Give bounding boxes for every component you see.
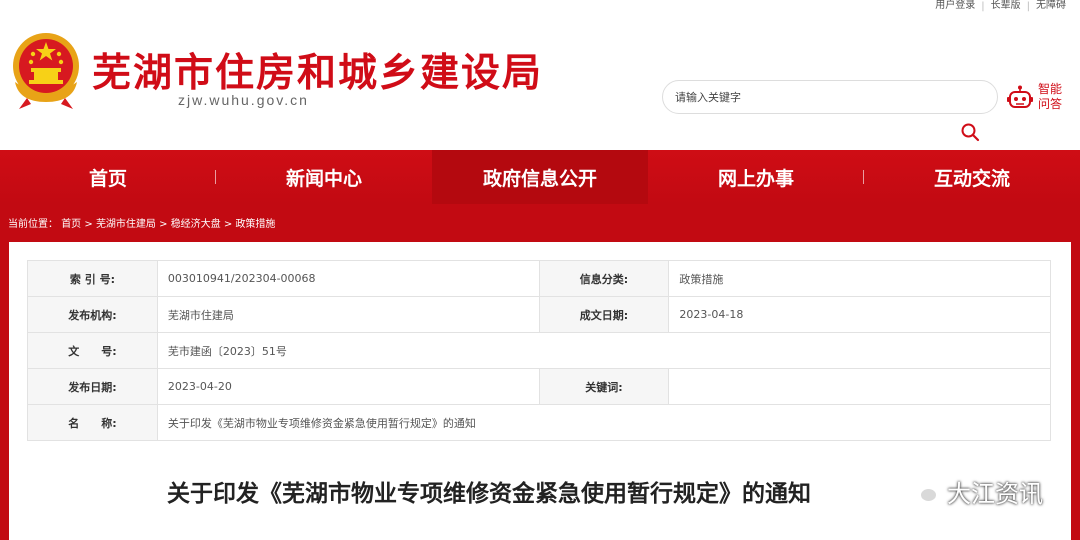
breadcrumb-stabilize-economy[interactable]: 稳经济大盘 [171,219,221,230]
smart-qa-line2: 问答 [1038,97,1063,111]
created-date-value: 2023-04-18 [668,296,1051,333]
site-header: 芜湖市住房和城乡建设局 zjw.wuhu.gov.cn 智能 问答 [0,12,1080,150]
main-nav: 首页 新闻中心 政府信息公开 网上办事 互动交流 [0,150,1080,204]
publish-date-label: 发布日期: [27,368,158,405]
table-row: 发布机构: 芜湖市住建局 成文日期: 2023-04-18 [27,296,1051,333]
watermark: 大江资讯 [909,474,1043,509]
breadcrumb-separator: > [84,219,96,230]
doc-number-value: 芜市建函〔2023〕51号 [156,332,1052,369]
publisher-label: 发布机构: [27,296,158,333]
breadcrumb-separator: > [159,219,171,230]
breadcrumb-bureau[interactable]: 芜湖市住建局 [96,219,156,230]
table-row: 名 称: 关于印发《芜湖市物业专项维修资金紧急使用暂行规定》的通知 [27,404,1052,441]
table-row: 文 号: 芜市建函〔2023〕51号 [27,332,1052,369]
national-emblem-icon [13,33,79,109]
smart-qa-link[interactable]: 智能 问答 [1038,82,1072,112]
nav-item-interaction[interactable]: 互动交流 [864,150,1080,204]
publish-date-value: 2023-04-20 [156,368,540,405]
nav-item-home[interactable]: 首页 [0,150,216,204]
keywords-label: 关键词: [538,368,670,405]
nav-item-news[interactable]: 新闻中心 [216,150,432,204]
breadcrumb: 当前位置： 首页 > 芜湖市住建局 > 稳经济大盘 > 政策措施 [8,215,275,230]
index-value: 003010941/202304-00068 [156,260,540,297]
keywords-value [668,368,1051,405]
nav-item-label: 网上办事 [717,167,794,190]
name-value: 关于印发《芜湖市物业专项维修资金紧急使用暂行规定》的通知 [156,404,1052,441]
nav-item-label: 政府信息公开 [482,167,597,190]
smart-qa-line1: 智能 [1038,82,1063,96]
search-box [662,80,998,114]
nav-item-online-service[interactable]: 网上办事 [648,150,864,204]
breadcrumb-home[interactable]: 首页 [61,219,81,230]
document-title: 关于印发《芜湖市物业专项维修资金紧急使用暂行规定》的通知 [167,481,811,507]
accessibility-link[interactable]: 无障碍 [1030,1,1072,11]
content-panel: 索 引 号: 003010941/202304-00068 信息分类: 政策措施… [9,242,1071,540]
doc-number-label: 文 号: [27,332,158,369]
category-value: 政策措施 [668,260,1051,297]
search-input[interactable] [663,81,997,113]
robot-icon[interactable] [1006,84,1034,112]
nav-item-gov-info[interactable]: 政府信息公开 [432,150,648,204]
table-row: 索 引 号: 003010941/202304-00068 信息分类: 政策措施 [27,260,1051,297]
site-title[interactable]: 芜湖市住房和城乡建设局 [92,42,543,98]
search-icon[interactable] [960,122,980,142]
publisher-value: 芜湖市住建局 [156,296,540,333]
nav-item-label: 首页 [88,167,127,190]
watermark-text: 大江资讯 [947,480,1043,508]
document-info-table: 索 引 号: 003010941/202304-00068 信息分类: 政策措施… [27,260,1052,441]
nav-item-label: 新闻中心 [285,167,362,190]
breadcrumb-separator: > [223,219,236,230]
wechat-icon [909,480,938,503]
login-link[interactable]: 用户登录 [929,1,981,11]
elder-version-link[interactable]: 长辈版 [985,1,1027,11]
table-row: 发布日期: 2023-04-20 关键词: [27,368,1051,405]
name-label: 名 称: [27,404,158,441]
category-label: 信息分类: [538,260,670,297]
top-utility-links: 用户登录 | 长辈版 | 无障碍 [929,0,1072,12]
site-domain: zjw.wuhu.gov.cn [178,92,309,108]
breadcrumb-policy[interactable]: 政策措施 [235,219,275,230]
index-label: 索 引 号: [27,260,158,297]
nav-item-label: 互动交流 [933,167,1010,190]
breadcrumb-prefix: 当前位置： [8,219,58,230]
created-date-label: 成文日期: [538,296,670,333]
